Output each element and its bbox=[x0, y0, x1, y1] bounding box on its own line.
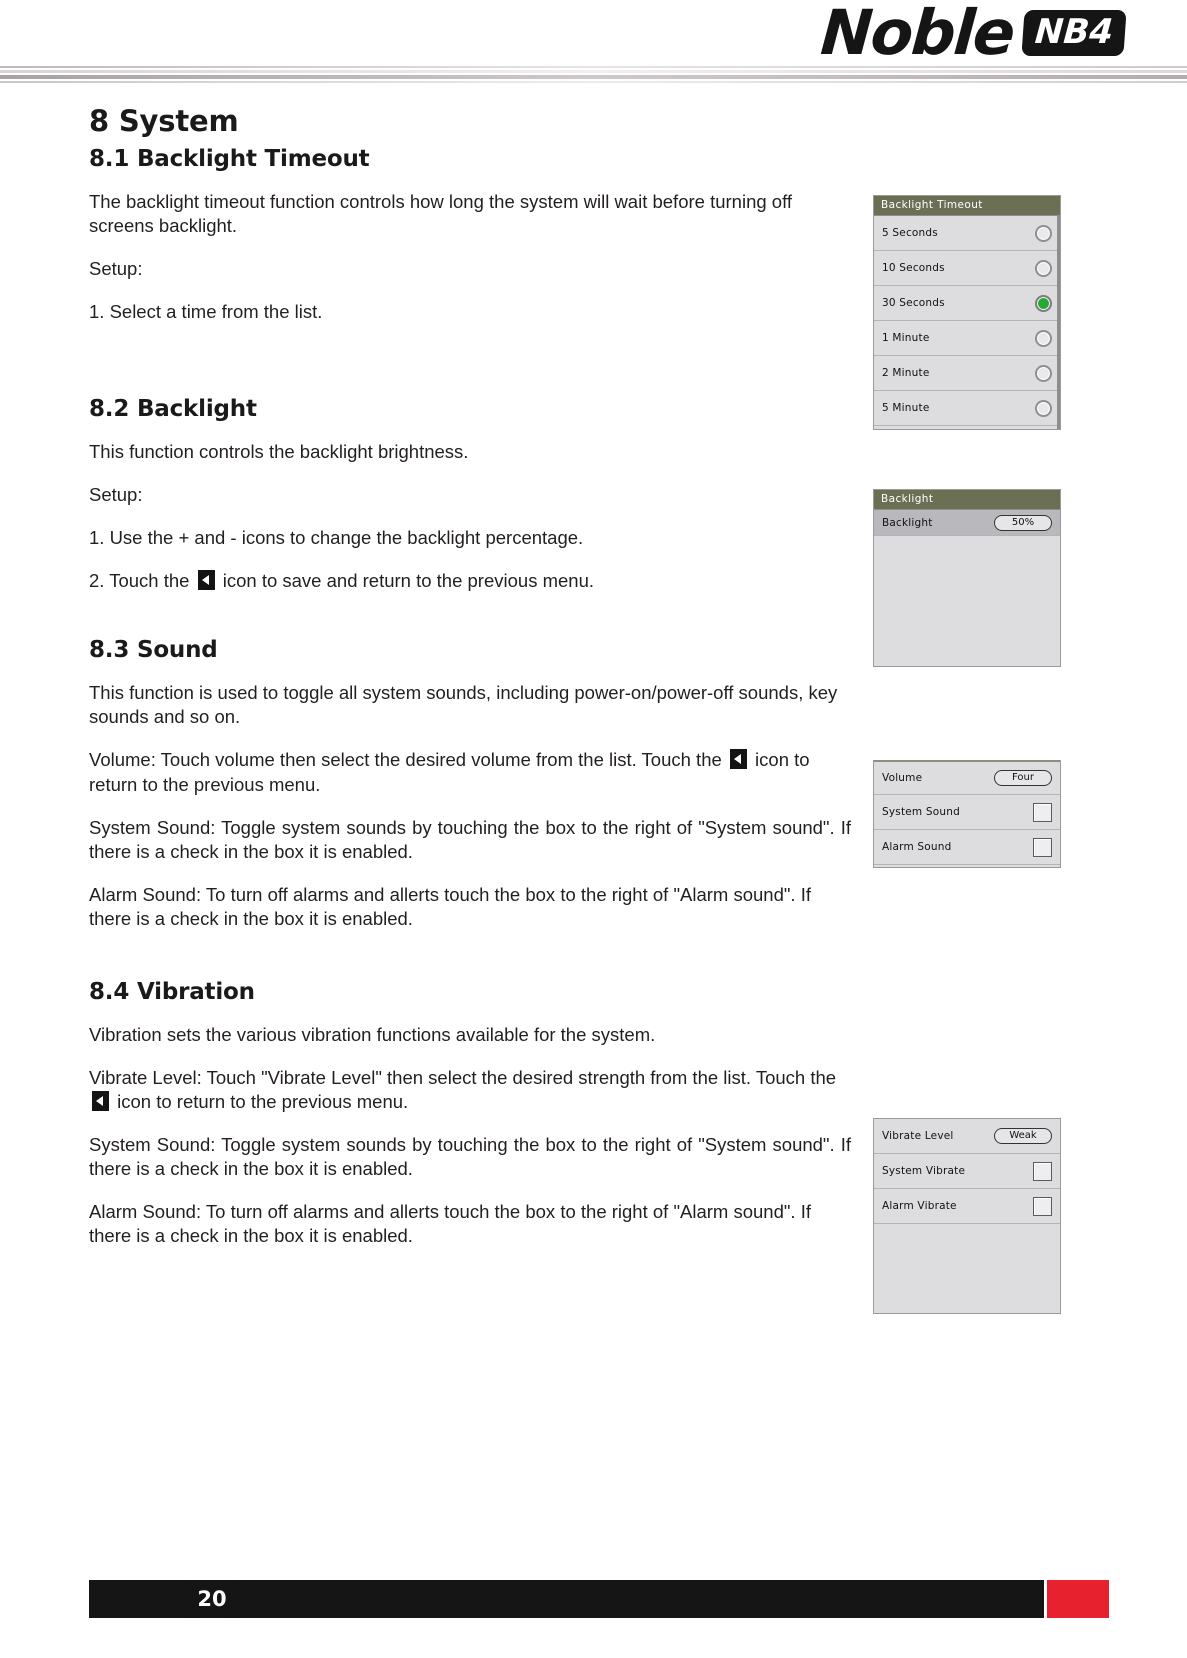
page-number: 20 bbox=[176, 1580, 248, 1618]
manual-page: Noble NB4 8 System 8.1 Backlight Timeout… bbox=[0, 0, 1187, 1658]
step2-post-text: icon to save and return to the previous … bbox=[217, 570, 594, 592]
paragraph-8-4-system-sound: System Sound: Toggle system sounds by to… bbox=[89, 1133, 851, 1179]
paragraph-8-2-setup: Setup: bbox=[89, 484, 143, 506]
volume-row[interactable]: Volume Four bbox=[874, 760, 1060, 795]
alarm-vibrate-label: Alarm Vibrate bbox=[882, 1200, 957, 1212]
paragraph-8-4-vibrate-level: Vibrate Level: Touch "Vibrate Level" the… bbox=[89, 1066, 851, 1114]
system-sound-label: System Sound bbox=[882, 806, 960, 818]
option-label: 2 Minute bbox=[882, 367, 930, 379]
screenshot-backlight: Backlight Backlight 50% bbox=[873, 489, 1061, 667]
brand-logo: Noble NB4 bbox=[818, 0, 1127, 69]
vibrate-pre-text: Vibrate Level: Touch "Vibrate Level" the… bbox=[89, 1066, 837, 1088]
option-row-5-minute[interactable]: 5 Minute bbox=[874, 391, 1060, 426]
back-arrow-icon bbox=[729, 749, 747, 770]
option-row-30-seconds[interactable]: 30 Seconds bbox=[874, 286, 1060, 321]
option-label: 1 Minute bbox=[882, 332, 930, 344]
system-vibrate-row[interactable]: System Vibrate bbox=[874, 1154, 1060, 1189]
paragraph-8-3-system-sound: System Sound: Toggle system sounds by to… bbox=[89, 816, 851, 862]
option-row-10-seconds[interactable]: 10 Seconds bbox=[874, 251, 1060, 286]
paragraph-8-3-intro: This function is used to toggle all syst… bbox=[89, 682, 838, 728]
main-content: 8 System 8.1 Backlight Timeout The backl… bbox=[89, 104, 851, 1267]
screenshot-vibration: Vibrate Level Weak System Vibrate Alarm … bbox=[873, 1118, 1061, 1314]
backlight-label: Backlight bbox=[882, 516, 933, 529]
footer-accent-block bbox=[1047, 1580, 1109, 1618]
paragraph-8-1-setup: Setup: bbox=[89, 258, 143, 280]
paragraph-8-4-intro: Vibration sets the various vibration fun… bbox=[89, 1023, 656, 1045]
backlight-value-pill[interactable]: 50% bbox=[994, 514, 1052, 531]
chapter-title: 8 System bbox=[89, 104, 239, 138]
option-label: 10 Seconds bbox=[882, 262, 945, 274]
option-label: 5 Seconds bbox=[882, 227, 938, 239]
option-row-1-minute[interactable]: 1 Minute bbox=[874, 321, 1060, 356]
volume-label: Volume bbox=[882, 772, 923, 784]
alarm-vibrate-row[interactable]: Alarm Vibrate bbox=[874, 1189, 1060, 1224]
panel-title-backlight: Backlight bbox=[874, 490, 1060, 510]
panel-empty-area bbox=[874, 1224, 1060, 1312]
section-heading-8-3: 8.3 Sound bbox=[89, 637, 218, 664]
paragraph-8-1-step1: 1. Select a time from the list. bbox=[89, 301, 323, 323]
checkbox-icon[interactable] bbox=[1033, 837, 1052, 857]
volume-value-pill[interactable]: Four bbox=[994, 770, 1052, 786]
screenshot-sound: Volume Four System Sound Alarm Sound bbox=[873, 760, 1061, 868]
paragraph-8-4-alarm-sound: Alarm Sound: To turn off alarms and alle… bbox=[89, 1200, 811, 1247]
page-header: Noble NB4 bbox=[0, 0, 1187, 92]
paragraph-8-3-volume: Volume: Touch volume then select the des… bbox=[89, 748, 851, 796]
panel-title-backlight-timeout: Backlight Timeout bbox=[874, 196, 1060, 216]
paragraph-8-3-alarm-sound: Alarm Sound: To turn off alarms and alle… bbox=[89, 883, 811, 929]
section-heading-8-1: 8.1 Backlight Timeout bbox=[89, 146, 370, 172]
checkbox-icon[interactable] bbox=[1033, 1196, 1052, 1216]
section-heading-8-2: 8.2 Backlight bbox=[89, 396, 257, 423]
option-row-5-seconds[interactable]: 5 Seconds bbox=[874, 216, 1060, 251]
page-footer: 20 bbox=[0, 1580, 1187, 1618]
paragraph-8-2-step2: 2. Touch the icon to save and return to … bbox=[89, 569, 851, 593]
vibrate-level-label: Vibrate Level bbox=[882, 1130, 954, 1142]
system-sound-row[interactable]: System Sound bbox=[874, 795, 1060, 830]
back-arrow-icon bbox=[197, 570, 215, 591]
back-arrow-icon bbox=[92, 1090, 109, 1111]
model-badge: NB4 bbox=[1021, 10, 1127, 56]
option-label: 30 Seconds bbox=[882, 297, 945, 309]
vibrate-post-text: icon to return to the previous menu. bbox=[112, 1090, 409, 1112]
scrollbar[interactable] bbox=[1057, 216, 1060, 429]
step2-pre-text: 2. Touch the bbox=[89, 570, 195, 592]
radio-icon[interactable] bbox=[1035, 399, 1052, 417]
option-row-2-minute[interactable]: 2 Minute bbox=[874, 356, 1060, 391]
paragraph-8-2-step1: 1. Use the + and - icons to change the b… bbox=[89, 527, 584, 549]
radio-icon[interactable] bbox=[1035, 259, 1052, 277]
radio-icon[interactable] bbox=[1035, 224, 1052, 242]
paragraph-8-2-intro: This function controls the backlight bri… bbox=[89, 441, 469, 463]
volume-pre-text: Volume: Touch volume then select the des… bbox=[89, 749, 727, 771]
radio-icon[interactable] bbox=[1035, 364, 1052, 382]
checkbox-icon[interactable] bbox=[1033, 802, 1052, 822]
radio-icon[interactable] bbox=[1035, 329, 1052, 347]
vibrate-level-value-pill[interactable]: Weak bbox=[994, 1128, 1052, 1144]
brand-name: Noble bbox=[818, 0, 1016, 69]
paragraph-8-1-intro: The backlight timeout function controls … bbox=[89, 191, 793, 237]
alarm-sound-row[interactable]: Alarm Sound bbox=[874, 830, 1060, 865]
section-heading-8-4: 8.4 Vibration bbox=[89, 978, 255, 1005]
panel-empty-area bbox=[874, 536, 1060, 666]
checkbox-icon[interactable] bbox=[1033, 1161, 1052, 1181]
radio-selected-icon[interactable] bbox=[1035, 294, 1052, 312]
header-divider bbox=[0, 66, 1187, 83]
option-label: 5 Minute bbox=[882, 402, 930, 414]
alarm-sound-label: Alarm Sound bbox=[882, 841, 952, 853]
backlight-row[interactable]: Backlight 50% bbox=[874, 510, 1060, 536]
system-vibrate-label: System Vibrate bbox=[882, 1165, 966, 1177]
screenshot-backlight-timeout: Backlight Timeout 5 Seconds 10 Seconds 3… bbox=[873, 195, 1061, 430]
vibrate-level-row[interactable]: Vibrate Level Weak bbox=[874, 1119, 1060, 1154]
